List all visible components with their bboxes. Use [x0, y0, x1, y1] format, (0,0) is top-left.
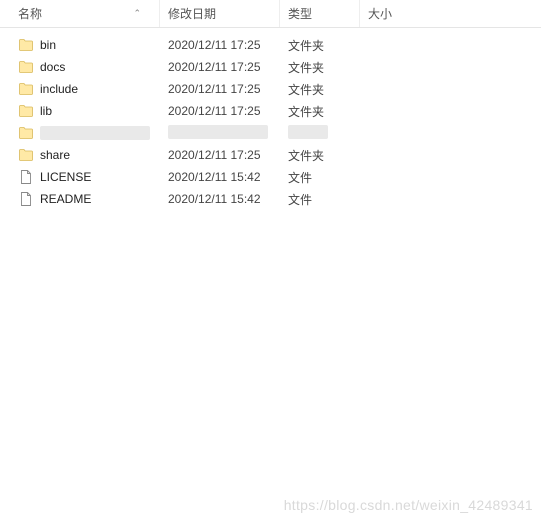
- file-name: docs: [40, 60, 65, 74]
- file-icon: [18, 169, 34, 185]
- file-date: [160, 125, 280, 142]
- file-name: README: [40, 192, 91, 206]
- folder-icon: [18, 103, 34, 119]
- watermark-text: https://blog.csdn.net/weixin_42489341: [284, 497, 533, 513]
- file-row[interactable]: LICENSE 2020/12/11 15:42文件: [0, 166, 541, 188]
- file-date: 2020/12/11 15:42: [160, 192, 280, 206]
- file-date: 2020/12/11 17:25: [160, 38, 280, 52]
- file-name: include: [40, 82, 78, 96]
- folder-icon: [18, 37, 34, 53]
- column-header-name[interactable]: 名称 ⌃: [0, 0, 160, 27]
- file-row[interactable]: README 2020/12/11 15:42文件: [0, 188, 541, 210]
- column-header-type[interactable]: 类型: [280, 0, 360, 27]
- column-label: 大小: [368, 5, 392, 22]
- file-type: [280, 125, 360, 142]
- folder-icon: [18, 81, 34, 97]
- file-name: share: [40, 148, 70, 162]
- column-label: 类型: [288, 5, 312, 22]
- file-date: 2020/12/11 15:42: [160, 170, 280, 184]
- file-type: 文件: [280, 169, 360, 186]
- file-name: bin: [40, 38, 56, 52]
- file-type: 文件夹: [280, 37, 360, 54]
- file-type: 文件夹: [280, 59, 360, 76]
- file-icon: [18, 191, 34, 207]
- folder-icon: [18, 59, 34, 75]
- file-row[interactable]: [0, 122, 541, 144]
- column-header-row: 名称 ⌃ 修改日期 类型 大小: [0, 0, 541, 28]
- sort-caret-icon: ⌃: [133, 8, 141, 19]
- file-date: 2020/12/11 17:25: [160, 148, 280, 162]
- file-row[interactable]: docs 2020/12/11 17:25文件夹: [0, 56, 541, 78]
- file-date: 2020/12/11 17:25: [160, 60, 280, 74]
- file-row[interactable]: include 2020/12/11 17:25文件夹: [0, 78, 541, 100]
- file-date: 2020/12/11 17:25: [160, 82, 280, 96]
- file-type: 文件夹: [280, 81, 360, 98]
- file-name: lib: [40, 104, 52, 118]
- column-label: 修改日期: [168, 5, 216, 22]
- file-type: 文件夹: [280, 147, 360, 164]
- file-name: LICENSE: [40, 170, 91, 184]
- file-list: bin2020/12/11 17:25文件夹docs2020/12/11 17:…: [0, 28, 541, 210]
- file-row[interactable]: bin 2020/12/11 17:25文件夹: [0, 34, 541, 56]
- folder-icon: [18, 125, 34, 141]
- column-header-date[interactable]: 修改日期: [160, 0, 280, 27]
- file-type: 文件夹: [280, 103, 360, 120]
- column-label: 名称: [18, 5, 42, 22]
- folder-icon: [18, 147, 34, 163]
- file-date: 2020/12/11 17:25: [160, 104, 280, 118]
- column-header-size[interactable]: 大小: [360, 0, 541, 27]
- file-name: [40, 126, 150, 140]
- file-type: 文件: [280, 191, 360, 208]
- file-row[interactable]: lib 2020/12/11 17:25文件夹: [0, 100, 541, 122]
- file-row[interactable]: share 2020/12/11 17:25文件夹: [0, 144, 541, 166]
